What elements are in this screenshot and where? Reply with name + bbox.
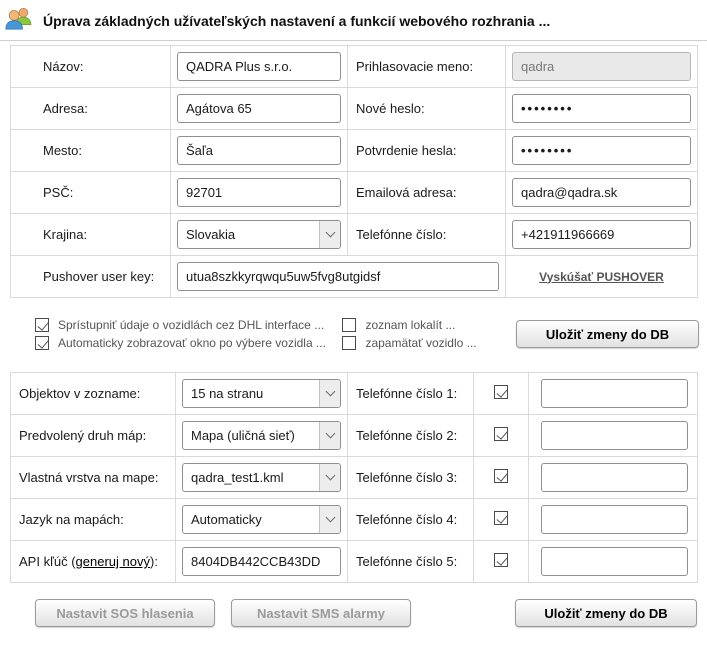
chevron-down-icon <box>319 506 340 533</box>
options-section: Sprístupniť údaje o vozidlách cez DHL in… <box>0 306 707 362</box>
auto-window-option: Automaticky zobrazovať okno po výbere vo… <box>35 336 342 350</box>
table-row: Jazyk na mapách: Automaticky Telefónne č… <box>11 499 698 541</box>
telefonne-cislo-5-checkbox[interactable] <box>494 553 508 567</box>
objektov-select[interactable]: 15 na stranu <box>182 379 341 408</box>
map-settings-table: Objektov v zozname: 15 na stranu Telefón… <box>10 372 698 583</box>
footer-actions: Nastavit SOS hlasenia Nastavit SMS alarm… <box>0 599 707 627</box>
table-row: PSČ: Emailová adresa: <box>11 172 698 214</box>
telefonne-cislo-2-label: Telefónne číslo 2: <box>348 415 474 457</box>
zapamatat-vozidlo-option: zapamätať vozidlo ... <box>342 336 516 350</box>
sos-button[interactable]: Nastavit SOS hlasenia <box>35 599 215 627</box>
objektov-label: Objektov v zozname: <box>11 373 176 415</box>
table-row: Vlastná vrstva na mape: qadra_test1.kml … <box>11 457 698 499</box>
nove-heslo-input[interactable] <box>512 94 691 123</box>
pushover-key-label: Pushover user key: <box>11 256 171 298</box>
psc-input[interactable] <box>177 178 341 207</box>
save-db-button-bottom[interactable]: Uložiť zmeny do DB <box>515 599 697 627</box>
krajina-select-value: Slovakia <box>178 227 235 242</box>
emailova-adresa-input[interactable] <box>512 178 691 207</box>
header-divider <box>0 40 707 41</box>
vrstva-label: Vlastná vrstva na mape: <box>11 457 176 499</box>
page-title: Úprava základných užívateľských nastaven… <box>43 13 550 29</box>
api-kluc-input[interactable] <box>182 547 341 576</box>
psc-label: PSČ: <box>11 172 171 214</box>
dhl-interface-label: Sprístupniť údaje o vozidlách cez DHL in… <box>58 318 324 332</box>
prihlasovacie-meno-label: Prihlasovacie meno: <box>348 46 506 88</box>
vrstva-select-value: qadra_test1.kml <box>183 470 284 485</box>
sms-button[interactable]: Nastavit SMS alarmy <box>231 599 411 627</box>
telefonne-cislo-label: Telefónne číslo: <box>348 214 506 256</box>
telefonne-cislo-5-label: Telefónne číslo 5: <box>348 541 474 583</box>
druh-map-select[interactable]: Mapa (uličná sieť) <box>182 421 341 450</box>
telefonne-cislo-2-input[interactable] <box>541 421 688 450</box>
telefonne-cislo-3-checkbox[interactable] <box>494 469 508 483</box>
druh-map-select-value: Mapa (uličná sieť) <box>183 428 295 443</box>
krajina-label: Krajina: <box>11 214 171 256</box>
vrstva-select[interactable]: qadra_test1.kml <box>182 463 341 492</box>
krajina-select[interactable]: Slovakia <box>177 220 341 249</box>
telefonne-cislo-1-input[interactable] <box>541 379 688 408</box>
telefonne-cislo-1-label: Telefónne číslo 1: <box>348 373 474 415</box>
objektov-select-value: 15 na stranu <box>183 386 263 401</box>
nazov-input[interactable] <box>177 52 341 81</box>
emailova-adresa-label: Emailová adresa: <box>348 172 506 214</box>
api-kluc-label: API kľúč (generuj nový): <box>11 541 176 583</box>
table-row: Mesto: Potvrdenie hesla: <box>11 130 698 172</box>
save-db-button-top[interactable]: Uložiť zmeny do DB <box>516 320 699 348</box>
telefonne-cislo-4-label: Telefónne číslo 4: <box>348 499 474 541</box>
generuj-novy-link[interactable]: generuj nový <box>76 554 150 569</box>
chevron-down-icon <box>319 380 340 407</box>
telefonne-cislo-3-input[interactable] <box>541 463 688 492</box>
telefonne-cislo-4-checkbox[interactable] <box>494 511 508 525</box>
chevron-down-icon <box>319 422 340 449</box>
table-row: Krajina: Slovakia Telefónne číslo: <box>11 214 698 256</box>
auto-window-checkbox[interactable] <box>35 336 49 350</box>
nove-heslo-label: Nové heslo: <box>348 88 506 130</box>
user-settings-table: Názov: Prihlasovacie meno: Adresa: Nové … <box>10 45 698 298</box>
auto-window-label: Automaticky zobrazovať okno po výbere vo… <box>58 336 326 350</box>
table-row: Objektov v zozname: 15 na stranu Telefón… <box>11 373 698 415</box>
telefonne-cislo-2-checkbox[interactable] <box>494 427 508 441</box>
zapamatat-vozidlo-checkbox[interactable] <box>342 336 356 350</box>
table-row: Adresa: Nové heslo: <box>11 88 698 130</box>
chevron-down-icon <box>319 464 340 491</box>
dhl-interface-option: Sprístupniť údaje o vozidlách cez DHL in… <box>35 318 342 332</box>
mesto-label: Mesto: <box>11 130 171 172</box>
prihlasovacie-meno-input <box>512 52 691 81</box>
zoznam-lokalit-label: zoznam lokalít ... <box>365 318 455 332</box>
telefonne-cislo-4-input[interactable] <box>541 505 688 534</box>
telefonne-cislo-5-input[interactable] <box>541 547 688 576</box>
adresa-label: Adresa: <box>11 88 171 130</box>
chevron-down-icon <box>319 221 340 248</box>
table-row: Názov: Prihlasovacie meno: <box>11 46 698 88</box>
settings-page: Úprava základných užívateľských nastaven… <box>0 0 707 650</box>
telefonne-cislo-1-checkbox[interactable] <box>494 385 508 399</box>
table-row: Pushover user key: Vyskúšať PUSHOVER <box>11 256 698 298</box>
users-icon <box>4 5 34 37</box>
zoznam-lokalit-checkbox[interactable] <box>342 318 356 332</box>
potvrdenie-hesla-input[interactable] <box>512 136 691 165</box>
jazyk-select-value: Automaticky <box>183 512 262 527</box>
jazyk-label: Jazyk na mapách: <box>11 499 176 541</box>
page-header: Úprava základných užívateľských nastaven… <box>0 0 707 40</box>
telefonne-cislo-3-label: Telefónne číslo 3: <box>348 457 474 499</box>
zoznam-lokalit-option: zoznam lokalít ... <box>342 318 516 332</box>
table-row: API kľúč (generuj nový): Telefónne číslo… <box>11 541 698 583</box>
nazov-label: Názov: <box>11 46 171 88</box>
potvrdenie-hesla-label: Potvrdenie hesla: <box>348 130 506 172</box>
mesto-input[interactable] <box>177 136 341 165</box>
table-row: Predvolený druh máp: Mapa (uličná sieť) … <box>11 415 698 457</box>
telefonne-cislo-input[interactable] <box>512 220 691 249</box>
druh-map-label: Predvolený druh máp: <box>11 415 176 457</box>
zapamatat-vozidlo-label: zapamätať vozidlo ... <box>365 336 476 350</box>
adresa-input[interactable] <box>177 94 341 123</box>
dhl-interface-checkbox[interactable] <box>35 318 49 332</box>
pushover-key-input[interactable] <box>177 262 499 291</box>
pushover-test-link[interactable]: Vyskúšať PUSHOVER <box>506 270 697 284</box>
jazyk-select[interactable]: Automaticky <box>182 505 341 534</box>
